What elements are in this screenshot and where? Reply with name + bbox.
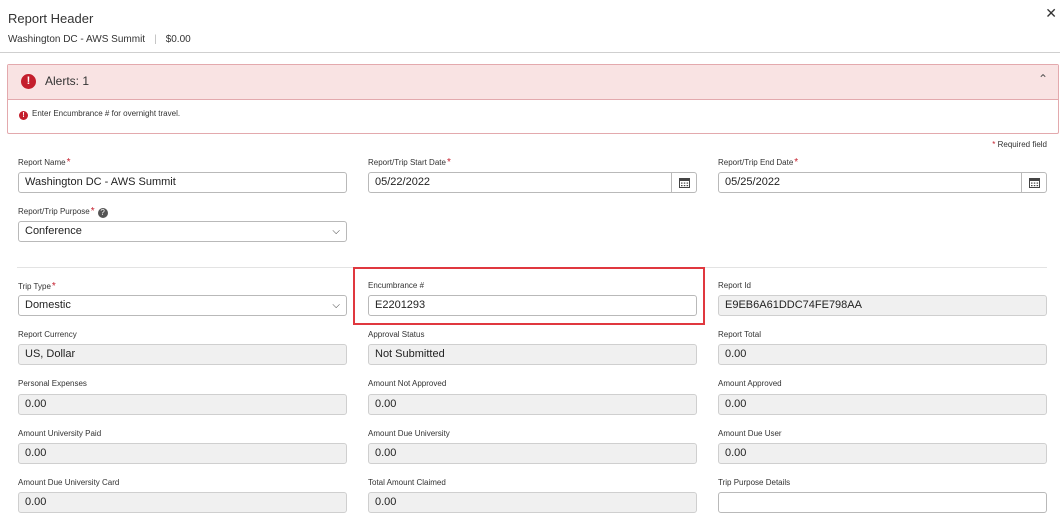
- required-marker: *: [66, 157, 71, 168]
- start-date-input[interactable]: 05/22/2022: [368, 172, 697, 193]
- report-currency-label: Report Currency: [18, 330, 77, 339]
- amount-not-approved-label: Amount Not Approved: [368, 379, 447, 388]
- alerts-title: Alerts: 1: [45, 74, 90, 88]
- amount-due-university-card-label: Amount Due University Card: [18, 478, 120, 487]
- encumbrance-highlight: [353, 267, 705, 325]
- trip-purpose-label-text: Report/Trip Purpose: [18, 207, 90, 216]
- required-marker: *: [51, 281, 56, 292]
- report-total-field: 0.00: [718, 344, 1047, 365]
- report-id-field: E9EB6A61DDC74FE798AA: [718, 295, 1047, 316]
- chevron-down-icon: ⌵: [332, 226, 340, 237]
- start-date-label-text: Report/Trip Start Date: [368, 158, 446, 167]
- required-marker: *: [992, 140, 996, 149]
- calendar-icon[interactable]: [1021, 173, 1046, 192]
- start-date-label: Report/Trip Start Date*: [368, 157, 451, 168]
- end-date-value: 05/25/2022: [725, 176, 781, 188]
- trip-purpose-select[interactable]: Conference ⌵: [18, 221, 347, 242]
- error-icon: !: [21, 74, 36, 89]
- amount-not-approved-field: 0.00: [368, 394, 697, 415]
- amount-university-paid-field: 0.00: [18, 443, 347, 464]
- required-marker: *: [794, 157, 799, 168]
- trip-type-value: Domestic: [25, 299, 71, 311]
- alert-message-text: Enter Encumbrance # for overnight travel…: [32, 109, 181, 118]
- report-id-label: Report Id: [718, 281, 751, 290]
- start-date-value: 05/22/2022: [375, 176, 431, 188]
- report-total-label: Report Total: [718, 330, 761, 339]
- trip-purpose-details-label: Trip Purpose Details: [718, 478, 791, 487]
- report-summary-name: Washington DC - AWS Summit: [8, 34, 146, 45]
- required-marker: *: [90, 206, 95, 217]
- personal-expenses-field: 0.00: [18, 394, 347, 415]
- trip-type-label: Trip Type*: [18, 281, 56, 292]
- report-header: Report Header Washington DC - AWS Summit…: [0, 0, 1060, 53]
- required-field-note: * Required field: [992, 140, 1047, 149]
- approval-status-field: Not Submitted: [368, 344, 697, 365]
- report-summary: Washington DC - AWS Summit | $0.00: [8, 34, 191, 45]
- calendar-icon[interactable]: [671, 173, 696, 192]
- amount-due-user-field: 0.00: [718, 443, 1047, 464]
- error-icon: !: [19, 111, 28, 120]
- amount-approved-field: 0.00: [718, 394, 1047, 415]
- approval-status-label: Approval Status: [368, 330, 425, 339]
- report-name-label-text: Report Name: [18, 158, 66, 167]
- page-title: Report Header: [8, 11, 94, 26]
- chevron-up-icon[interactable]: ⌃: [1038, 72, 1048, 86]
- separator: |: [154, 34, 157, 45]
- report-currency-field: US, Dollar: [18, 344, 347, 365]
- alerts-panel: ! Alerts: 1 ⌃ ! Enter Encumbrance # for o…: [7, 64, 1059, 134]
- trip-purpose-value: Conference: [25, 225, 82, 237]
- required-field-text: Required field: [997, 140, 1047, 149]
- chevron-down-icon: ⌵: [332, 300, 340, 311]
- trip-type-select[interactable]: Domestic ⌵: [18, 295, 347, 316]
- end-date-input[interactable]: 05/25/2022: [718, 172, 1047, 193]
- amount-due-university-field: 0.00: [368, 443, 697, 464]
- amount-due-user-label: Amount Due User: [718, 429, 782, 438]
- help-icon[interactable]: ?: [97, 208, 108, 218]
- amount-due-university-label: Amount Due University: [368, 429, 450, 438]
- amount-due-university-card-field: 0.00: [18, 492, 347, 513]
- report-name-input[interactable]: Washington DC - AWS Summit: [18, 172, 347, 193]
- amount-approved-label: Amount Approved: [718, 379, 782, 388]
- total-amount-claimed-field: 0.00: [368, 492, 697, 513]
- close-icon[interactable]: ✕: [1045, 6, 1057, 20]
- end-date-label-text: Report/Trip End Date: [718, 158, 794, 167]
- required-marker: *: [446, 157, 451, 168]
- report-name-label: Report Name*: [18, 157, 70, 168]
- trip-purpose-details-input[interactable]: [718, 492, 1047, 513]
- trip-type-label-text: Trip Type: [18, 282, 51, 291]
- alert-message: ! Enter Encumbrance # for overnight trave…: [19, 109, 180, 120]
- personal-expenses-label: Personal Expenses: [18, 379, 87, 388]
- alerts-header[interactable]: ! Alerts: 1 ⌃: [8, 65, 1058, 100]
- trip-purpose-label: Report/Trip Purpose*?: [18, 206, 108, 218]
- end-date-label: Report/Trip End Date*: [718, 157, 798, 168]
- report-summary-amount: $0.00: [165, 34, 191, 45]
- amount-university-paid-label: Amount University Paid: [18, 429, 102, 438]
- total-amount-claimed-label: Total Amount Claimed: [368, 478, 446, 487]
